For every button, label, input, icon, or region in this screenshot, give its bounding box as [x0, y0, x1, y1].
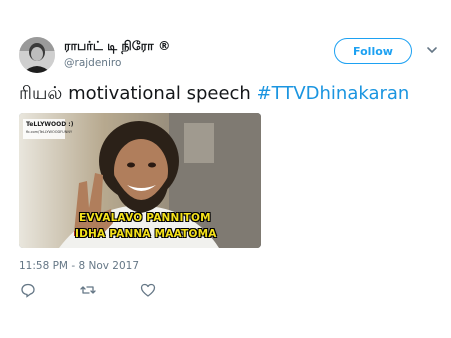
media-brand: TeLLYWOOD :): [26, 121, 74, 128]
retweet-icon[interactable]: [80, 282, 96, 298]
avatar-image: [19, 37, 55, 73]
follow-button[interactable]: Follow: [334, 38, 412, 64]
user-handle[interactable]: @rajdeniro: [64, 57, 121, 69]
tweet-timestamp[interactable]: 11:58 PM - 8 Nov 2017: [19, 260, 139, 272]
tweet-media-image[interactable]: TeLLYWOOD :) fb.com/TeLLYWOODFUNNY EVVAL…: [19, 113, 261, 248]
tweet-text-tamil: ரியல்: [19, 83, 63, 104]
registered-mark: ®: [158, 38, 171, 53]
media-brand-handle: fb.com/TeLLYWOODFUNNY: [26, 130, 73, 134]
tweet-text-body: motivational speech: [62, 83, 257, 104]
like-icon[interactable]: [140, 282, 156, 298]
reply-icon[interactable]: [20, 282, 36, 298]
media-caption-line-2: IDHA PANNA MAATOMA: [75, 228, 217, 240]
media-caption-line-1: EVVALAVO PANNITOM: [79, 212, 211, 224]
avatar[interactable]: [19, 37, 55, 73]
display-name[interactable]: ராபர்ட் டி நிரோ ®: [64, 38, 171, 55]
display-name-text: ராபர்ட் டி நிரோ: [64, 38, 154, 53]
hashtag-link[interactable]: #TTVDhinakaran: [257, 83, 410, 104]
tweet-text: ரியல் motivational speech #TTVDhinakaran: [19, 82, 409, 106]
chevron-down-icon[interactable]: [426, 44, 438, 56]
